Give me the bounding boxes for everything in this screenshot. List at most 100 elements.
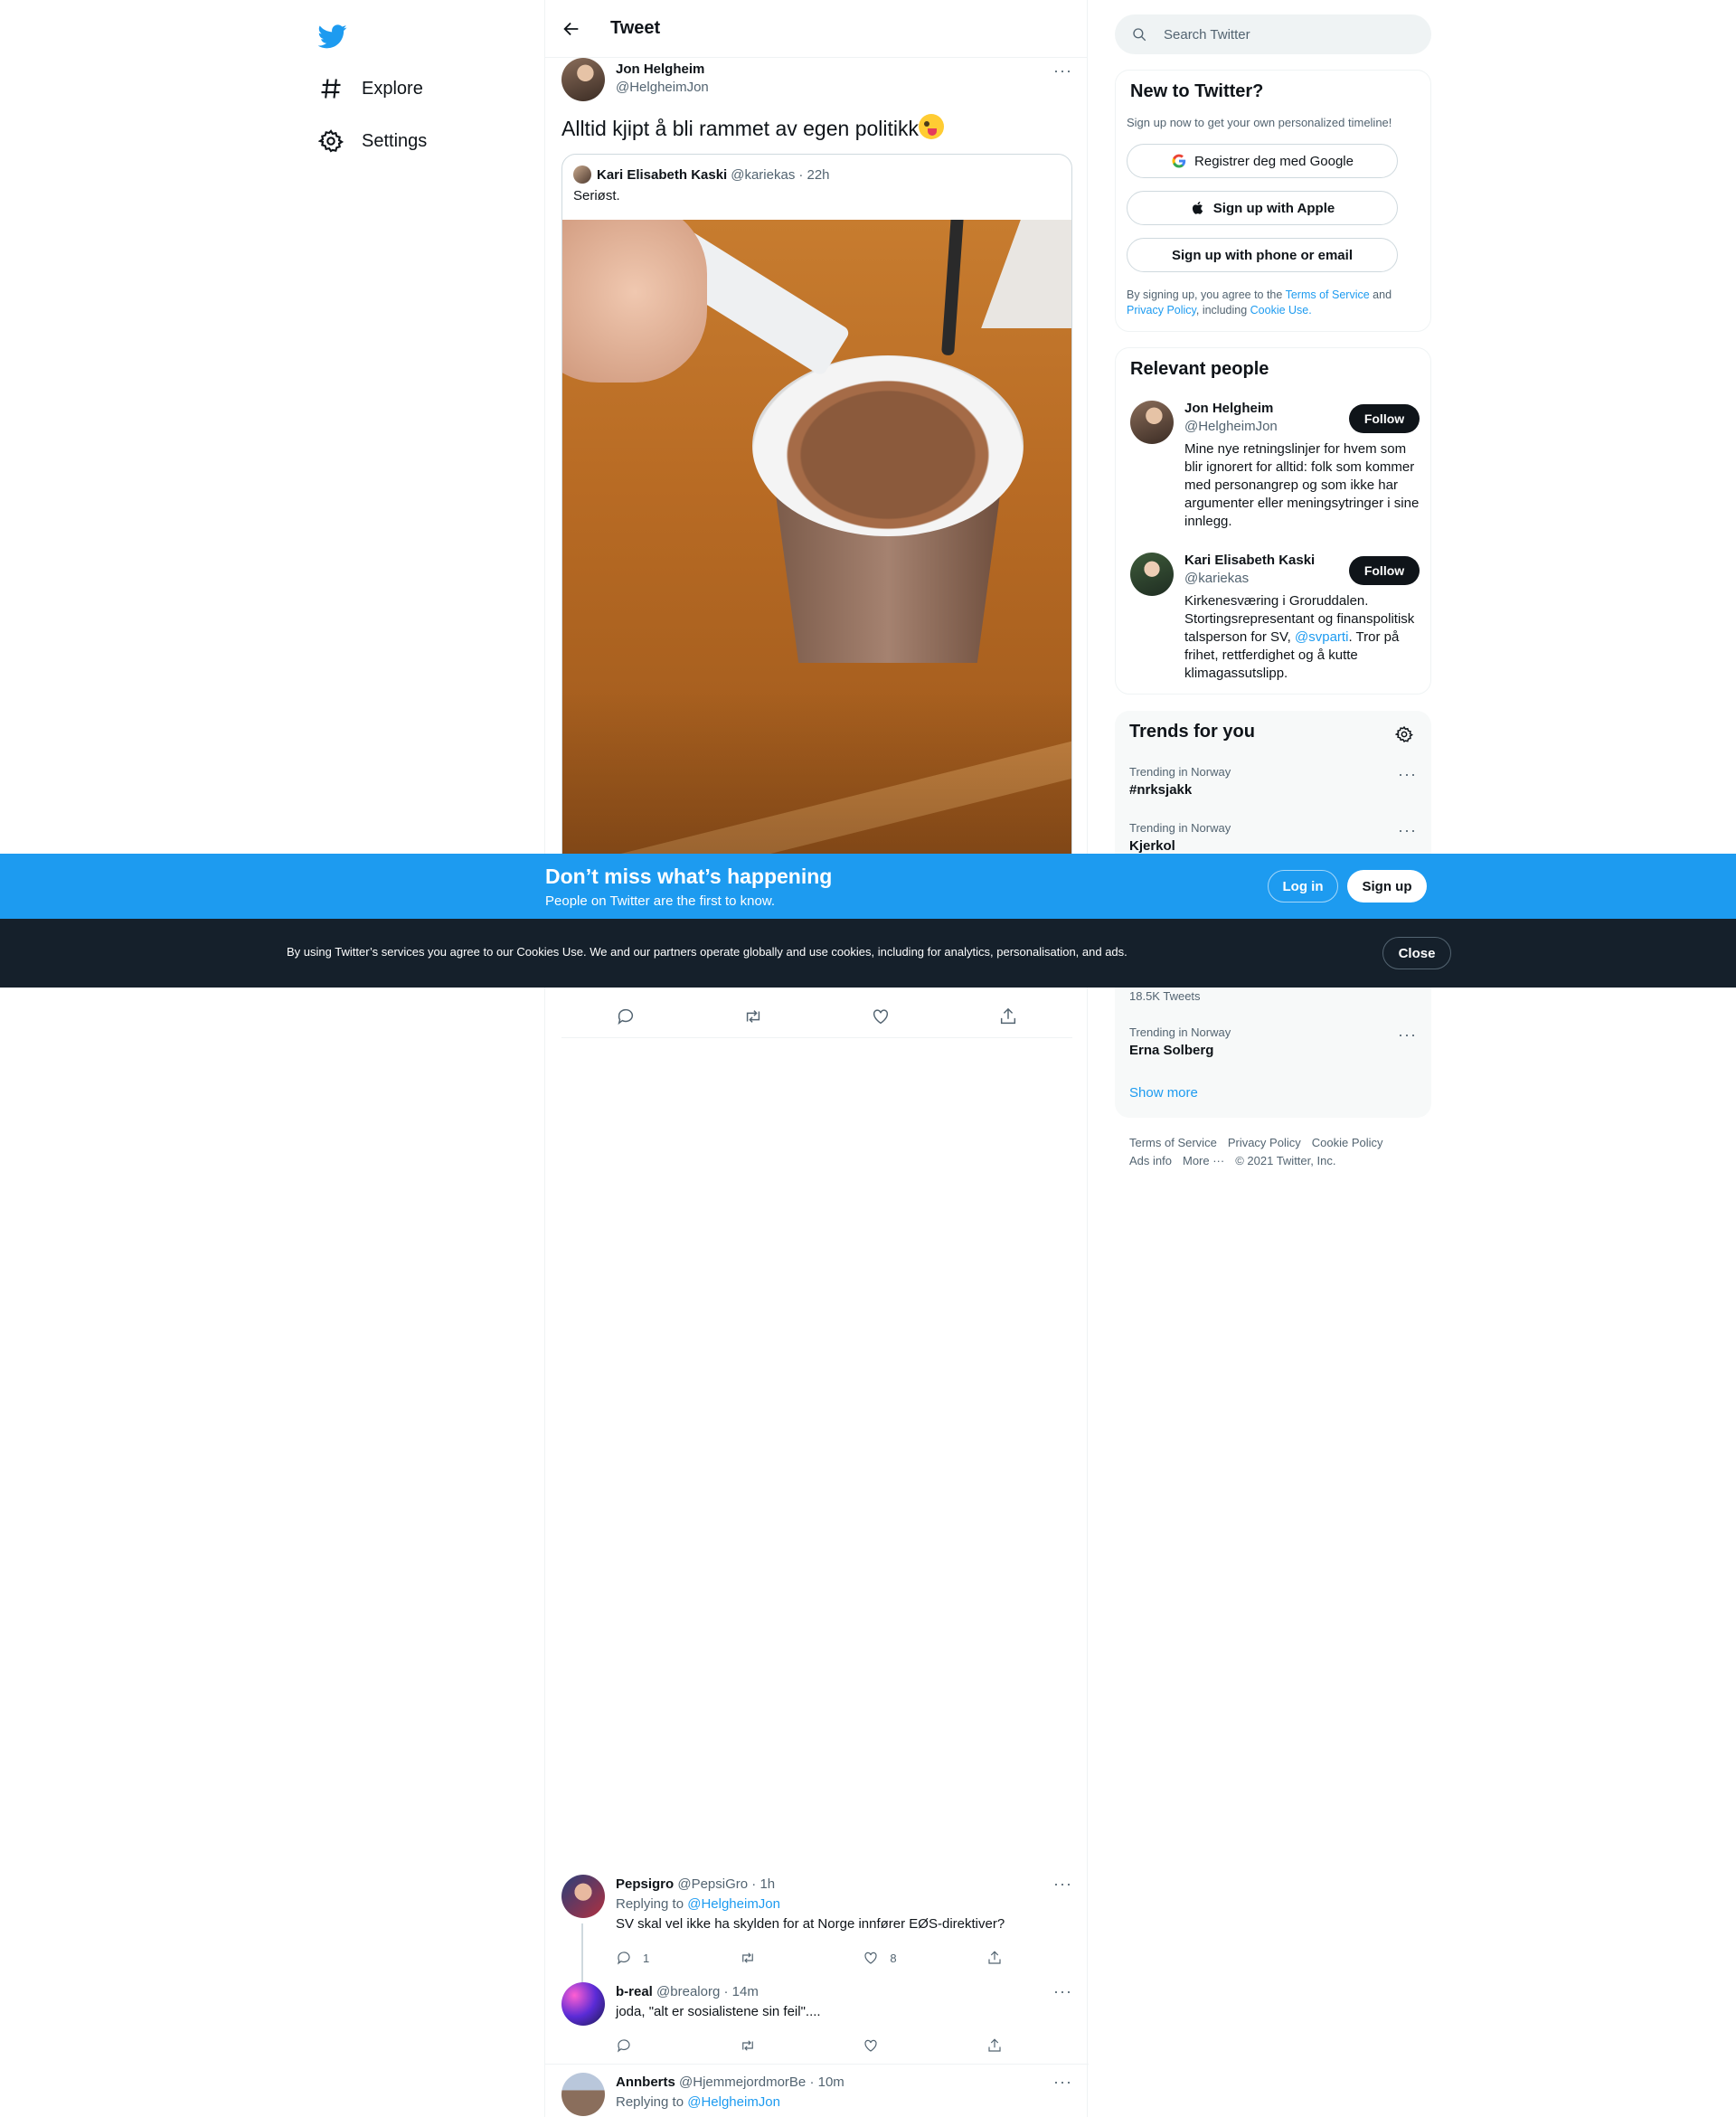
trend-context: Trending in Norway bbox=[1129, 821, 1231, 835]
reply-share-button[interactable] bbox=[986, 2037, 1014, 2054]
person-item[interactable]: Kari Elisabeth Kaski @kariekas Kirkenesv… bbox=[1130, 553, 1420, 688]
banner-title: Don’t miss what’s happening bbox=[545, 865, 833, 888]
footer-terms-link[interactable]: Terms of Service bbox=[1129, 1136, 1217, 1149]
replying-to-link[interactable]: @HelgheimJon bbox=[687, 2094, 780, 2110]
person-item[interactable]: Jon Helgheim @HelgheimJon Mine nye retni… bbox=[1130, 401, 1420, 536]
more-options-icon[interactable]: ··· bbox=[1053, 61, 1072, 80]
trend-item[interactable]: Trending in Norway #nrksjakk ··· bbox=[1129, 765, 1417, 798]
quote-author-name: Kari Elisabeth Kaski bbox=[597, 166, 728, 183]
reply-retweet-button[interactable] bbox=[740, 1950, 812, 1966]
phone-signup-label: Sign up with phone or email bbox=[1171, 247, 1353, 263]
reply-reply-button[interactable] bbox=[616, 2037, 688, 2054]
replying-to-link[interactable]: @HelgheimJon bbox=[687, 1896, 780, 1912]
person-avatar[interactable] bbox=[1130, 401, 1174, 444]
trend-item[interactable]: Trending in Norway Kjerkol ··· bbox=[1129, 821, 1417, 854]
reply-tweet[interactable]: Annberts @HjemmejordmorBe · 10m Replying… bbox=[545, 2073, 1089, 2117]
reply-icon bbox=[618, 2039, 630, 2053]
apple-signup-label: Sign up with Apple bbox=[1212, 200, 1335, 216]
person-handle[interactable]: @HelgheimJon bbox=[1184, 419, 1278, 434]
legal-text-2: and bbox=[1369, 288, 1392, 301]
reply-avatar[interactable] bbox=[561, 1875, 605, 1918]
google-icon bbox=[1172, 154, 1186, 168]
apple-signup-button[interactable]: Sign up with Apple bbox=[1127, 191, 1398, 225]
reply-tweet[interactable]: Pepsigro @PepsiGro · 1h Replying to @Hel… bbox=[545, 1875, 1089, 1987]
page-title: Tweet bbox=[610, 18, 661, 38]
back-arrow-icon[interactable] bbox=[561, 19, 581, 39]
cookie-close-button[interactable]: Close bbox=[1382, 937, 1451, 969]
signup-subtitle: Sign up now to get your own personalized… bbox=[1127, 116, 1392, 129]
trend-item[interactable]: Trending in Norway Erna Solberg ··· bbox=[1129, 1025, 1417, 1058]
author-handle[interactable]: @HelgheimJon bbox=[616, 80, 709, 95]
quote-author-avatar bbox=[573, 165, 591, 184]
footer-cookie-link[interactable]: Cookie Policy bbox=[1312, 1136, 1383, 1149]
follow-button[interactable]: Follow bbox=[1349, 404, 1420, 433]
photo-wall bbox=[981, 220, 1071, 328]
reply-actions: 1 8 bbox=[616, 1947, 1014, 1969]
reply-avatar[interactable] bbox=[561, 2073, 605, 2116]
person-bio: Kirkenesværing i Groruddalen. Stortingsr… bbox=[1184, 592, 1421, 683]
signup-button[interactable]: Sign up bbox=[1347, 870, 1427, 903]
google-signup-button[interactable]: Registrer deg med Google bbox=[1127, 144, 1398, 178]
person-name[interactable]: Kari Elisabeth Kaski bbox=[1184, 553, 1315, 568]
retweet-icon bbox=[741, 2040, 753, 2051]
reply-author-name[interactable]: Pepsigro bbox=[616, 1876, 674, 1892]
more-options-icon[interactable]: ··· bbox=[1053, 2073, 1072, 2092]
person-bio-link[interactable]: @svparti bbox=[1295, 629, 1348, 645]
author-avatar[interactable] bbox=[561, 58, 605, 101]
quote-photo[interactable] bbox=[562, 220, 1071, 885]
retweet-icon[interactable] bbox=[743, 1007, 763, 1026]
twitter-logo-icon[interactable] bbox=[318, 22, 347, 51]
retweet-icon bbox=[741, 1952, 753, 1963]
tweet-text-content: Alltid kjipt å bli rammet av egen politi… bbox=[561, 117, 919, 140]
reply-author-name[interactable]: b-real bbox=[616, 1984, 653, 1999]
more-options-icon[interactable]: ··· bbox=[1398, 765, 1417, 784]
reply-tweet[interactable]: b-real @brealorg · 14m joda, "alt er sos… bbox=[545, 1982, 1089, 2064]
reply-author-handle[interactable]: @brealorg bbox=[656, 1984, 720, 1999]
search-input[interactable]: Search Twitter bbox=[1115, 14, 1431, 54]
reply-like-button[interactable]: 8 bbox=[863, 1950, 935, 1966]
share-icon[interactable] bbox=[998, 1007, 1018, 1026]
more-options-icon[interactable]: ··· bbox=[1398, 821, 1417, 840]
tweet-actions bbox=[561, 995, 1072, 1038]
reply-reply-button[interactable]: 1 bbox=[616, 1950, 688, 1966]
like-icon[interactable] bbox=[871, 1007, 891, 1026]
person-avatar[interactable] bbox=[1130, 553, 1174, 596]
person-name[interactable]: Jon Helgheim bbox=[1184, 401, 1273, 416]
quoted-tweet[interactable]: Kari Elisabeth Kaski @kariekas · 22h Ser… bbox=[561, 154, 1072, 886]
follow-button[interactable]: Follow bbox=[1349, 556, 1420, 585]
reply-retweet-button[interactable] bbox=[740, 2037, 812, 2054]
person-handle[interactable]: @kariekas bbox=[1184, 571, 1249, 586]
more-options-icon[interactable]: ··· bbox=[1398, 1025, 1417, 1044]
reply-author-handle[interactable]: @HjemmejordmorBe bbox=[679, 2074, 806, 2090]
trend-item-partial[interactable]: 18.5K Tweets bbox=[1129, 989, 1417, 1003]
reply-author-handle[interactable]: @PepsiGro bbox=[677, 1876, 748, 1892]
show-more-link[interactable]: Show more bbox=[1129, 1085, 1198, 1101]
author-name[interactable]: Jon Helgheim bbox=[616, 61, 704, 77]
google-signup-label: Registrer deg med Google bbox=[1194, 153, 1354, 169]
terms-link[interactable]: Terms of Service bbox=[1286, 288, 1370, 301]
trend-context: Trending in Norway bbox=[1129, 765, 1231, 779]
reply-avatar[interactable] bbox=[561, 1982, 605, 2026]
gear-icon[interactable] bbox=[1395, 725, 1413, 743]
more-options-icon[interactable]: ··· bbox=[1053, 1982, 1072, 2001]
privacy-link[interactable]: Privacy Policy bbox=[1127, 304, 1196, 317]
footer-ads-link[interactable]: Ads info bbox=[1129, 1154, 1172, 1167]
cookie-link[interactable]: Cookie Use. bbox=[1250, 304, 1312, 317]
reply-like-button[interactable] bbox=[863, 2037, 935, 2054]
more-options-icon[interactable]: ··· bbox=[1053, 1875, 1072, 1894]
nav-explore[interactable]: Explore bbox=[318, 69, 423, 109]
reply-author-name[interactable]: Annberts bbox=[616, 2074, 675, 2090]
reply-icon[interactable] bbox=[616, 1007, 636, 1026]
reply-share-button[interactable] bbox=[986, 1950, 1014, 1966]
phone-signup-button[interactable]: Sign up with phone or email bbox=[1127, 238, 1398, 272]
footer-privacy-link[interactable]: Privacy Policy bbox=[1228, 1136, 1301, 1149]
footer-more-link[interactable]: More ··· bbox=[1183, 1154, 1224, 1167]
person-bio: Mine nye retningslinjer for hvem som bli… bbox=[1184, 441, 1420, 529]
trend-name: #nrksjakk bbox=[1129, 782, 1193, 798]
reply-text: joda, "alt er sosialistene sin feil".... bbox=[616, 2004, 821, 2019]
login-button[interactable]: Log in bbox=[1268, 870, 1338, 903]
like-count: 8 bbox=[890, 1951, 897, 1965]
trend-name: Kjerkol bbox=[1129, 838, 1175, 854]
nav-settings[interactable]: Settings bbox=[318, 121, 427, 161]
reply-count: 1 bbox=[643, 1951, 650, 1965]
